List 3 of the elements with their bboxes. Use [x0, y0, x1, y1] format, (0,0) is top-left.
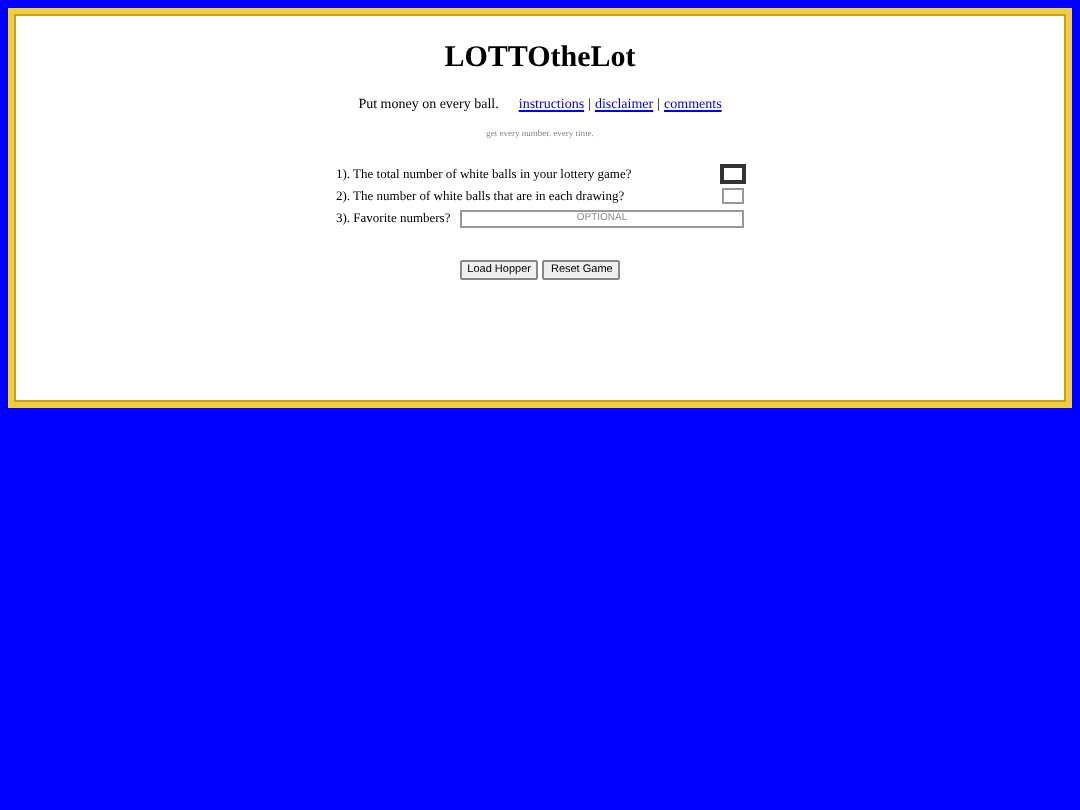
input-field[interactable] — [722, 166, 744, 182]
input-field[interactable] — [722, 188, 744, 204]
site-title: LOTTOtheLot — [444, 42, 636, 76]
